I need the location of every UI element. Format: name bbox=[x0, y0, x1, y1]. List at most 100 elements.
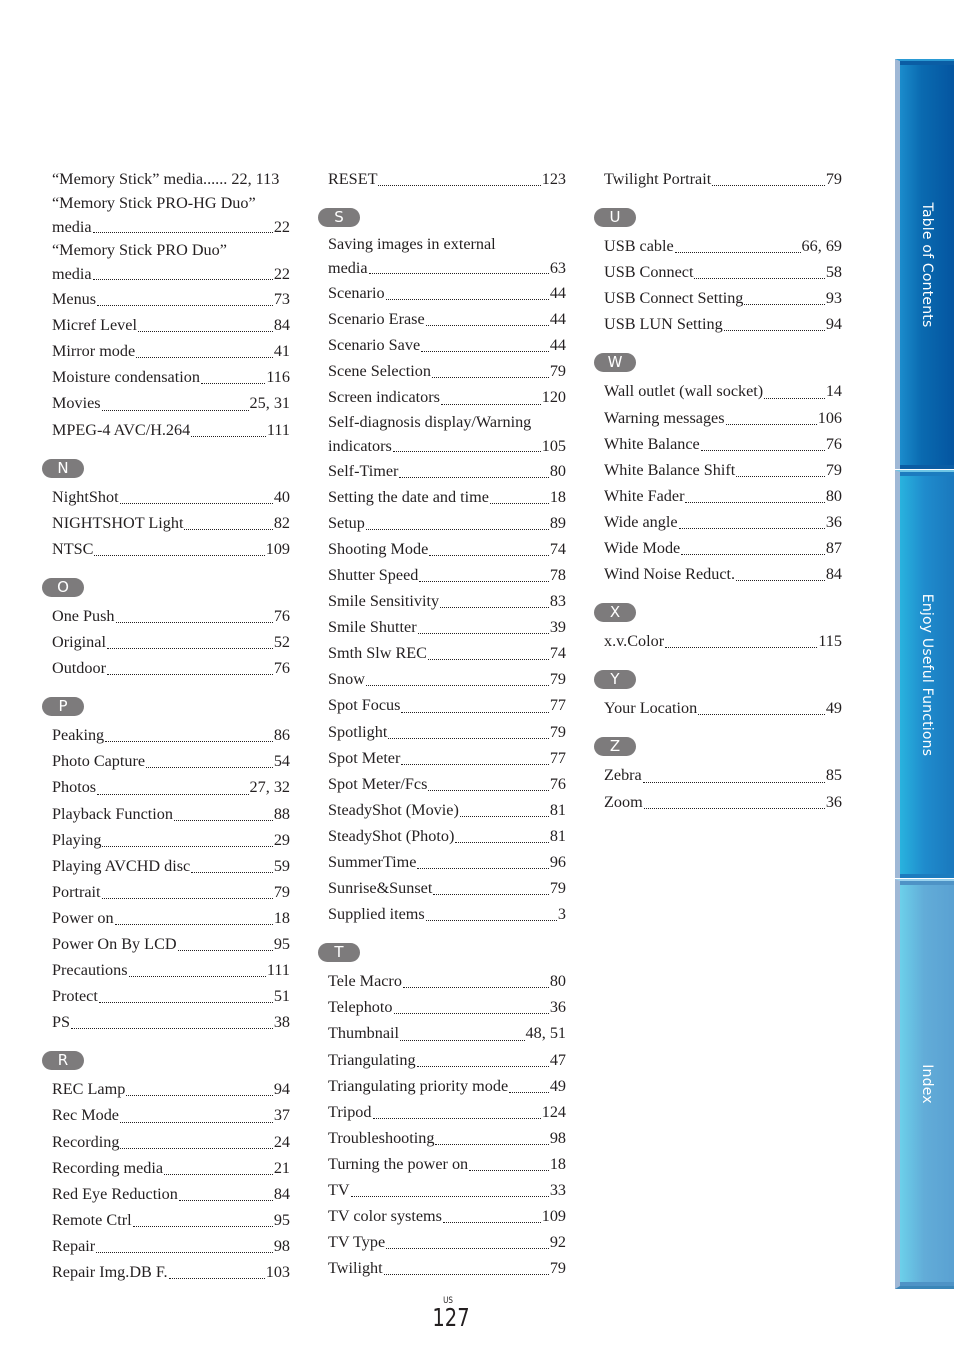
index-entry[interactable]: Zoom 36 bbox=[604, 789, 842, 815]
index-entry[interactable]: Warning messages 106 bbox=[604, 405, 842, 431]
entry-page-link[interactable]: 79 bbox=[274, 879, 290, 905]
entry-page-link[interactable]: 95 bbox=[274, 1207, 290, 1233]
entry-page-link[interactable]: 109 bbox=[266, 536, 290, 562]
tab-table-of-contents[interactable]: Table of Contents bbox=[895, 59, 954, 469]
entry-page-link[interactable]: 80 bbox=[826, 483, 842, 509]
entry-page-link[interactable]: 115 bbox=[818, 628, 842, 654]
index-entry[interactable]: Recording media 21 bbox=[52, 1155, 290, 1181]
index-entry[interactable]: USB cable 66, 69 bbox=[604, 233, 842, 259]
index-entry[interactable]: Self-Timer 80 bbox=[328, 458, 566, 484]
entry-page-link[interactable]: 44 bbox=[550, 332, 566, 358]
entry-page-link[interactable]: 84 bbox=[826, 561, 842, 587]
entry-page-link[interactable]: 88 bbox=[274, 801, 290, 827]
entry-page-link[interactable]: 120 bbox=[542, 384, 566, 410]
entry-page-link[interactable]: 22 bbox=[274, 215, 290, 239]
index-entry[interactable]: Wind Noise Reduct. 84 bbox=[604, 561, 842, 587]
entry-page-link[interactable]: 116 bbox=[266, 364, 290, 390]
entry-page-link[interactable]: 66, 69 bbox=[802, 233, 842, 259]
entry-page-link[interactable]: 76 bbox=[550, 771, 566, 797]
index-entry[interactable]: Wall outlet (wall socket) 14 bbox=[604, 378, 842, 404]
entry-page-link[interactable]: 105 bbox=[542, 434, 566, 458]
index-entry[interactable]: Remote Ctrl 95 bbox=[52, 1207, 290, 1233]
index-entry[interactable]: Snow 79 bbox=[328, 666, 566, 692]
entry-page-link[interactable]: 59 bbox=[274, 853, 290, 879]
index-entry[interactable]: TV 33 bbox=[328, 1177, 566, 1203]
index-entry[interactable]: Zebra 85 bbox=[604, 762, 842, 788]
entry-page-link[interactable]: 79 bbox=[550, 358, 566, 384]
entry-page-link[interactable]: 98 bbox=[550, 1125, 566, 1151]
index-entry[interactable]: TV Type 92 bbox=[328, 1229, 566, 1255]
index-entry[interactable]: Portrait 79 bbox=[52, 879, 290, 905]
entry-page-link[interactable]: 92 bbox=[550, 1229, 566, 1255]
entry-page-link[interactable]: 82 bbox=[274, 510, 290, 536]
entry-page-link[interactable]: 24 bbox=[274, 1129, 290, 1155]
index-entry[interactable]: Self-diagnosis display/Warning indicators… bbox=[328, 411, 566, 458]
entry-page-link[interactable]: 98 bbox=[274, 1233, 290, 1259]
tab-enjoy-useful-functions[interactable]: Enjoy Useful Functions bbox=[895, 470, 954, 878]
index-entry[interactable]: Saving images in external media 63 bbox=[328, 233, 566, 280]
index-entry[interactable]: Protect 51 bbox=[52, 983, 290, 1009]
entry-page-link[interactable]: 123 bbox=[542, 166, 566, 192]
index-entry[interactable]: “Memory Stick PRO Duo” media 22 bbox=[52, 239, 290, 286]
index-entry[interactable]: NTSC 109 bbox=[52, 536, 290, 562]
index-entry[interactable]: Micref Level 84 bbox=[52, 312, 290, 338]
entry-page-link[interactable]: 81 bbox=[550, 823, 566, 849]
entry-page-link[interactable]: 18 bbox=[550, 1151, 566, 1177]
index-entry[interactable]: Menus 73 bbox=[52, 286, 290, 312]
entry-page-link[interactable]: 52 bbox=[274, 629, 290, 655]
index-entry[interactable]: NIGHTSHOT Light 82 bbox=[52, 510, 290, 536]
entry-page-link[interactable]: 22 bbox=[274, 262, 290, 286]
entry-page-link[interactable]: 84 bbox=[274, 1181, 290, 1207]
entry-page-link[interactable]: 81 bbox=[550, 797, 566, 823]
entry-page-link[interactable]: 44 bbox=[550, 280, 566, 306]
index-entry[interactable]: USB Connect Setting 93 bbox=[604, 285, 842, 311]
index-entry[interactable]: Troubleshooting 98 bbox=[328, 1125, 566, 1151]
index-entry[interactable]: Power on 18 bbox=[52, 905, 290, 931]
entry-page-link[interactable]: 109 bbox=[542, 1203, 566, 1229]
index-entry[interactable]: Rec Mode 37 bbox=[52, 1102, 290, 1128]
index-entry[interactable]: Red Eye Reduction 84 bbox=[52, 1181, 290, 1207]
index-entry[interactable]: Spotlight 79 bbox=[328, 719, 566, 745]
entry-page-link[interactable]: 74 bbox=[550, 640, 566, 666]
index-entry[interactable]: “Memory Stick PRO-HG Duo” media 22 bbox=[52, 192, 290, 239]
index-entry[interactable]: Turning the power on 18 bbox=[328, 1151, 566, 1177]
index-entry[interactable]: Shooting Mode 74 bbox=[328, 536, 566, 562]
index-entry[interactable]: Tripod 124 bbox=[328, 1099, 566, 1125]
index-entry[interactable]: Your Location 49 bbox=[604, 695, 842, 721]
entry-page-link[interactable]: 21 bbox=[274, 1155, 290, 1181]
entry-page-link[interactable]: 79 bbox=[826, 457, 842, 483]
entry-page-link[interactable]: 76 bbox=[274, 655, 290, 681]
index-entry[interactable]: Supplied items 3 bbox=[328, 901, 566, 927]
index-entry[interactable]: Setup 89 bbox=[328, 510, 566, 536]
index-entry[interactable]: White Balance Shift 79 bbox=[604, 457, 842, 483]
tab-index[interactable]: Index bbox=[895, 879, 954, 1289]
index-entry[interactable]: Tele Macro 80 bbox=[328, 968, 566, 994]
entry-page-link[interactable]: 3 bbox=[558, 901, 566, 927]
entry-page-link[interactable]: 78 bbox=[550, 562, 566, 588]
index-entry[interactable]: RESET 123 bbox=[328, 166, 566, 192]
entry-page-link[interactable]: 41 bbox=[274, 338, 290, 364]
index-entry[interactable]: Playback Function 88 bbox=[52, 801, 290, 827]
entry-page-link[interactable]: 47 bbox=[550, 1047, 566, 1073]
entry-page-link[interactable]: 86 bbox=[274, 722, 290, 748]
entry-page-link[interactable]: 36 bbox=[550, 994, 566, 1020]
index-entry[interactable]: Scenario 44 bbox=[328, 280, 566, 306]
index-entry[interactable]: NightShot 40 bbox=[52, 484, 290, 510]
entry-page-link[interactable]: 94 bbox=[826, 311, 842, 337]
entry-page-link[interactable]: 40 bbox=[274, 484, 290, 510]
entry-page-link[interactable]: 111 bbox=[267, 417, 290, 443]
index-entry[interactable]: Spot Focus 77 bbox=[328, 692, 566, 718]
index-entry[interactable]: Playing AVCHD disc 59 bbox=[52, 853, 290, 879]
index-entry[interactable]: Mirror mode 41 bbox=[52, 338, 290, 364]
entry-page-link[interactable]: 93 bbox=[826, 285, 842, 311]
index-entry[interactable]: Thumbnail 48, 51 bbox=[328, 1020, 566, 1046]
index-entry[interactable]: Triangulating 47 bbox=[328, 1047, 566, 1073]
index-entry[interactable]: Repair Img.DB F. 103 bbox=[52, 1259, 290, 1285]
entry-page-link[interactable]: 79 bbox=[550, 719, 566, 745]
index-entry[interactable]: Setting the date and time 18 bbox=[328, 484, 566, 510]
entry-page-link[interactable]: 79 bbox=[550, 666, 566, 692]
entry-page-link[interactable]: 83 bbox=[550, 588, 566, 614]
entry-page-link[interactable]: 77 bbox=[550, 692, 566, 718]
index-entry[interactable]: Twilight Portrait 79 bbox=[604, 166, 842, 192]
entry-page-link[interactable]: 54 bbox=[274, 748, 290, 774]
